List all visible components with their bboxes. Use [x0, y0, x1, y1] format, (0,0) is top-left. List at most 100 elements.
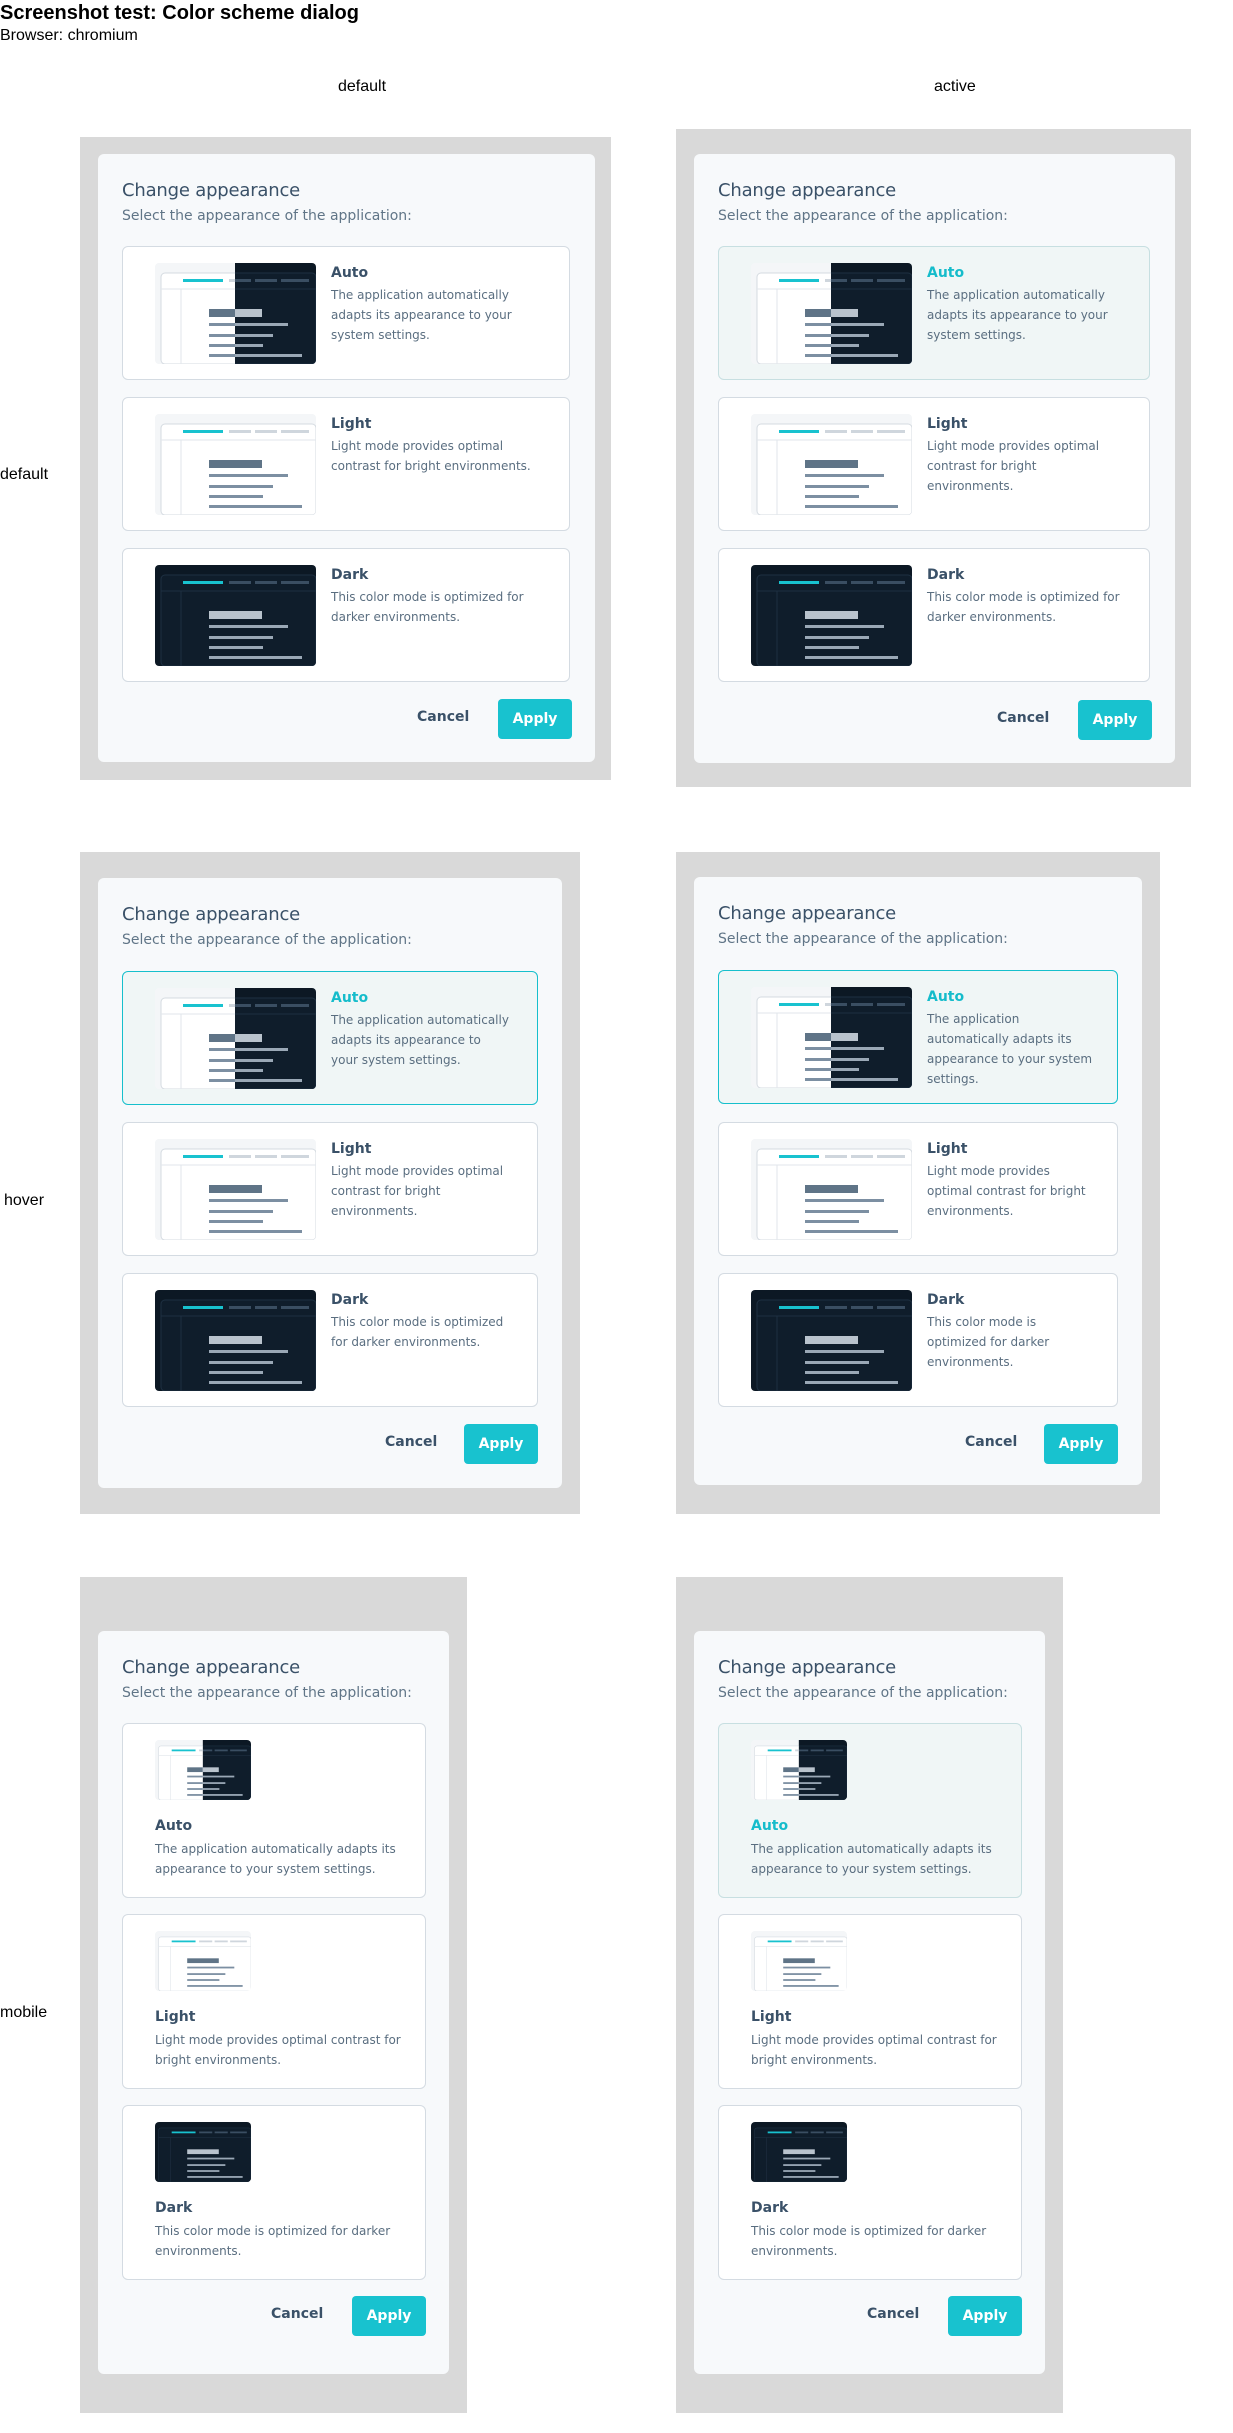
auto-preview-icon	[751, 1740, 847, 1800]
option-light-description: Light mode provides optimal contrast for…	[927, 1164, 1086, 1218]
dialog-title: Change appearance	[718, 903, 897, 924]
light-preview-icon	[155, 1139, 316, 1240]
option-light-description: Light mode provides optimal contrast for…	[331, 439, 531, 473]
option-auto-label: Auto	[155, 1818, 193, 1834]
cancel-button[interactable]: Cancel	[867, 2306, 919, 2322]
dialog-subtitle: Select the appearance of the application…	[122, 1685, 412, 1701]
option-auto-description: The application automatically adapts its…	[751, 1842, 992, 1876]
color-scheme-dialog: Change appearance Select the appearance o…	[694, 877, 1142, 1485]
dialog-title: Change appearance	[122, 180, 301, 201]
option-dark-description: This color mode is optimized for darker …	[331, 590, 524, 624]
row-label-hover: hover	[4, 1192, 45, 1209]
apply-button[interactable]: Apply	[498, 699, 572, 739]
dark-preview-icon	[155, 2122, 251, 2182]
row-label-mobile: mobile	[0, 2004, 48, 2021]
option-dark-label: Dark	[155, 2200, 193, 2216]
dark-preview-icon	[751, 565, 912, 666]
option-dark[interactable]: Dark This color mode is optimized for dar…	[718, 2105, 1022, 2280]
option-auto-description: The application automatically adapts its…	[331, 1013, 509, 1067]
apply-button[interactable]: Apply	[464, 1424, 538, 1464]
dialog-title: Change appearance	[718, 1657, 897, 1678]
option-dark-label: Dark	[927, 1292, 965, 1308]
option-light-label: Light	[927, 1141, 968, 1157]
light-preview-icon	[155, 414, 316, 515]
apply-button[interactable]: Apply	[948, 2296, 1022, 2336]
cancel-button[interactable]: Cancel	[997, 710, 1049, 726]
option-light-label: Light	[155, 2009, 196, 2025]
dialog-title: Change appearance	[122, 904, 301, 925]
option-light-label: Light	[331, 1141, 372, 1157]
auto-preview-icon	[155, 1740, 251, 1800]
option-dark[interactable]: Dark This color mode is optimized for dar…	[122, 548, 570, 682]
apply-button[interactable]: Apply	[352, 2296, 426, 2336]
option-auto[interactable]: Auto The application automatically adapts…	[122, 971, 538, 1105]
cancel-button[interactable]: Cancel	[965, 1434, 1017, 1450]
option-light[interactable]: Light Light mode provides optimal contras…	[718, 1914, 1022, 2089]
option-auto[interactable]: Auto The application automatically adapts…	[718, 970, 1118, 1104]
option-light[interactable]: Light Light mode provides optimal contras…	[122, 1122, 538, 1256]
option-light-description: Light mode provides optimal contrast for…	[751, 2033, 997, 2067]
dark-preview-icon	[751, 1290, 912, 1391]
option-auto-description: The application automatically adapts its…	[331, 288, 512, 342]
cancel-button[interactable]: Cancel	[271, 2306, 323, 2322]
option-dark-label: Dark	[751, 2200, 789, 2216]
option-auto[interactable]: Auto The application automatically adapts…	[122, 246, 570, 380]
option-auto-description: The application automatically adapts its…	[927, 1012, 1093, 1086]
option-auto-label: Auto	[331, 265, 369, 281]
auto-preview-icon	[155, 988, 316, 1089]
option-dark[interactable]: Dark This color mode is optimized for dar…	[718, 548, 1150, 682]
option-light-description: Light mode provides optimal contrast for…	[155, 2033, 401, 2067]
cancel-button[interactable]: Cancel	[417, 709, 469, 725]
option-auto[interactable]: Auto The application automatically adapts…	[122, 1723, 426, 1898]
option-light-label: Light	[331, 416, 372, 432]
option-auto-label: Auto	[751, 1818, 789, 1834]
option-dark[interactable]: Dark This color mode is optimized for dar…	[122, 2105, 426, 2280]
option-light[interactable]: Light Light mode provides optimal contras…	[122, 397, 570, 531]
column-label-active: active	[934, 78, 976, 95]
option-dark-description: This color mode is optimized for darker …	[751, 2224, 987, 2258]
option-auto-label: Auto	[331, 990, 369, 1006]
option-light[interactable]: Light Light mode provides optimal contras…	[122, 1914, 426, 2089]
option-auto-label: Auto	[927, 989, 965, 1005]
dialog-subtitle: Select the appearance of the application…	[122, 208, 412, 224]
option-auto-description: The application automatically adapts its…	[927, 288, 1108, 342]
option-dark-description: This color mode is optimized for darker …	[927, 1315, 1050, 1369]
color-scheme-dialog: Change appearance Select the appearance o…	[98, 878, 562, 1488]
option-light[interactable]: Light Light mode provides optimal contras…	[718, 397, 1150, 531]
option-dark[interactable]: Dark This color mode is optimized for dar…	[718, 1273, 1118, 1407]
cancel-button[interactable]: Cancel	[385, 1434, 437, 1450]
option-auto[interactable]: Auto The application automatically adapts…	[718, 1723, 1022, 1898]
browser-label: Browser: chromium	[0, 27, 138, 44]
dialog-title: Change appearance	[122, 1657, 301, 1678]
light-preview-icon	[751, 1931, 847, 1991]
dialog-subtitle: Select the appearance of the application…	[718, 208, 1008, 224]
option-auto-label: Auto	[927, 265, 965, 281]
page-title: Screenshot test: Color scheme dialog	[0, 2, 359, 24]
option-light-description: Light mode provides optimal contrast for…	[927, 439, 1100, 493]
option-dark-label: Dark	[331, 1292, 369, 1308]
row-label-default: default	[0, 466, 49, 483]
dialog-subtitle: Select the appearance of the application…	[718, 1685, 1008, 1701]
option-light-label: Light	[751, 2009, 792, 2025]
option-auto-description: The application automatically adapts its…	[155, 1842, 396, 1876]
dark-preview-icon	[155, 565, 316, 666]
dialog-title: Change appearance	[718, 180, 897, 201]
light-preview-icon	[751, 414, 912, 515]
column-label-default: default	[338, 78, 387, 95]
auto-preview-icon	[751, 987, 912, 1088]
light-preview-icon	[751, 1139, 912, 1240]
option-dark-description: This color mode is optimized for darker …	[927, 590, 1120, 624]
option-dark[interactable]: Dark This color mode is optimized for dar…	[122, 1273, 538, 1407]
auto-preview-icon	[751, 263, 912, 364]
option-dark-description: This color mode is optimized for darker …	[331, 1315, 504, 1349]
apply-button[interactable]: Apply	[1044, 1424, 1118, 1464]
option-light-label: Light	[927, 416, 968, 432]
apply-button[interactable]: Apply	[1078, 700, 1152, 740]
dark-preview-icon	[155, 1290, 316, 1391]
option-dark-description: This color mode is optimized for darker …	[155, 2224, 391, 2258]
color-scheme-dialog: Change appearance Select the appearance o…	[694, 1631, 1045, 2374]
option-light[interactable]: Light Light mode provides optimal contras…	[718, 1122, 1118, 1256]
option-auto[interactable]: Auto The application automatically adapts…	[718, 246, 1150, 380]
auto-preview-icon	[155, 263, 316, 364]
color-scheme-dialog: Change appearance Select the appearance o…	[98, 1631, 449, 2374]
